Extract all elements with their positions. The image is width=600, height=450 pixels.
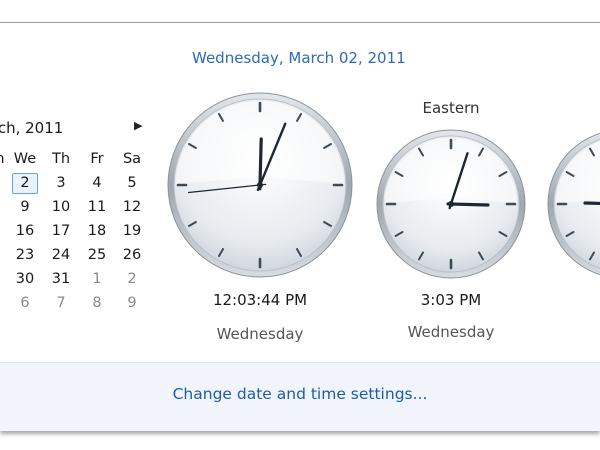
- clock-flyout-screenshot: Wednesday, March 02, 2011 rch, 2011 ▶ hW…: [0, 0, 600, 450]
- calendar-day[interactable]: 8: [83, 295, 111, 311]
- calendar-day[interactable]: 30: [11, 271, 39, 287]
- calendar-day[interactable]: 2: [11, 175, 39, 191]
- calendar-day[interactable]: 7: [47, 295, 75, 311]
- change-date-time-settings-link[interactable]: Change date and time settings...: [0, 385, 600, 403]
- clock-time: 3:03 PM: [420, 291, 482, 309]
- calendar-day[interactable]: 31: [47, 271, 75, 287]
- clock-title: Eastern: [422, 99, 480, 117]
- clock-center-pin: [257, 182, 263, 188]
- analog-clock: [547, 132, 600, 276]
- calendar-day[interactable]: 2: [118, 271, 146, 287]
- calendar-day[interactable]: 23: [11, 247, 39, 263]
- calendar-day[interactable]: 10: [47, 199, 75, 215]
- calendar-day[interactable]: 11: [83, 199, 111, 215]
- calendar-day[interactable]: 9: [118, 295, 146, 311]
- calendar-day[interactable]: 17: [47, 223, 75, 239]
- calendar-day[interactable]: 6: [11, 295, 39, 311]
- calendar-day[interactable]: 4: [83, 175, 111, 191]
- calendar-day[interactable]: 5: [118, 175, 146, 191]
- calendar-day-header: Fr: [90, 151, 104, 167]
- hour-hand: [583, 201, 600, 206]
- current-date-link[interactable]: Wednesday, March 02, 2011: [192, 49, 406, 67]
- analog-clock: [376, 129, 526, 279]
- taskbar-gap: [0, 0, 600, 22]
- calendar-month-title[interactable]: rch, 2011: [0, 119, 63, 137]
- calendar-day-header: Sa: [122, 151, 142, 167]
- calendar-day[interactable]: 26: [118, 247, 146, 263]
- calendar-day-header: Th: [51, 151, 71, 167]
- date-time-flyout: Wednesday, March 02, 2011 rch, 2011 ▶ hW…: [0, 22, 600, 431]
- calendar-day[interactable]: 9: [11, 199, 39, 215]
- calendar-day[interactable]: 19: [118, 223, 146, 239]
- analog-clock: [167, 92, 353, 278]
- clock-center-pin: [448, 201, 454, 207]
- calendar-day[interactable]: 18: [83, 223, 111, 239]
- calendar-day[interactable]: 24: [47, 247, 75, 263]
- hour-hand: [446, 202, 490, 207]
- calendar-day[interactable]: 3: [47, 175, 75, 191]
- calendar-day[interactable]: 1: [83, 271, 111, 287]
- clock-day: Wednesday: [407, 323, 495, 341]
- calendar-day-header: We: [13, 151, 37, 167]
- clock-title: C: [562, 99, 600, 117]
- clock-time: 8:: [552, 291, 600, 309]
- flyout-footer: Change date and time settings...: [0, 362, 600, 431]
- calendar-day[interactable]: 25: [83, 247, 111, 263]
- clock-time: 12:03:44 PM: [212, 291, 308, 309]
- clock-day: W: [552, 323, 600, 341]
- next-month-arrow-icon[interactable]: ▶: [134, 119, 142, 132]
- clock-day: Wednesday: [216, 325, 304, 343]
- calendar-day[interactable]: 16: [11, 223, 39, 239]
- calendar-day[interactable]: 12: [118, 199, 146, 215]
